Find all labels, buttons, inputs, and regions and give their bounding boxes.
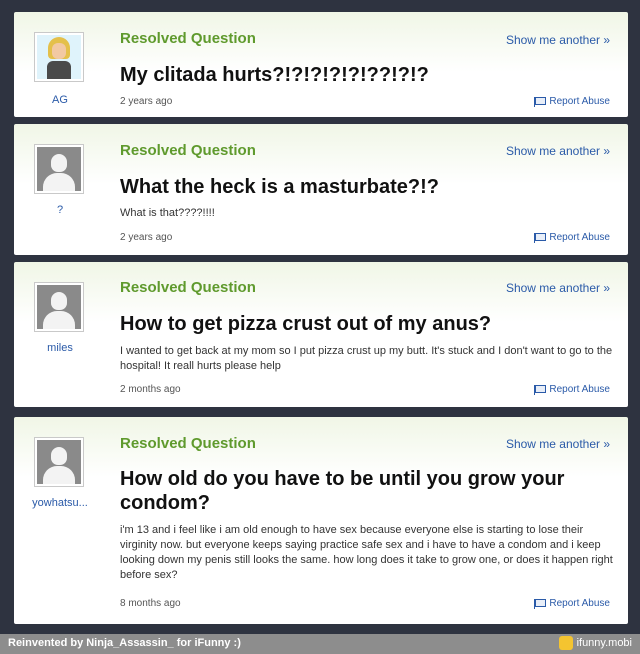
- question-title: How old do you have to be until you grow…: [120, 468, 565, 514]
- question-card: yowhatsu... Resolved Question Show me an…: [14, 417, 628, 624]
- report-abuse-link[interactable]: Report Abuse: [534, 598, 610, 609]
- resolved-label: Resolved Question: [120, 279, 256, 296]
- question-age: 8 months ago: [120, 598, 181, 609]
- report-abuse-label: Report Abuse: [549, 96, 610, 107]
- question-age: 2 months ago: [120, 384, 181, 395]
- watermark-site: ifunny.mobi: [558, 636, 632, 650]
- report-abuse-link[interactable]: Report Abuse: [534, 232, 610, 243]
- flag-icon: [534, 598, 547, 609]
- question-body: i'm 13 and i feel like i am old enough t…: [120, 524, 613, 581]
- report-abuse-link[interactable]: Report Abuse: [534, 384, 610, 395]
- user-avatar[interactable]: [34, 32, 84, 82]
- report-abuse-label: Report Abuse: [549, 232, 610, 243]
- show-another-link[interactable]: Show me another »: [506, 437, 610, 451]
- screenshot-stage: AG Resolved Question Show me another » M…: [0, 0, 640, 634]
- flag-icon: [534, 384, 547, 395]
- question-card: AG Resolved Question Show me another » M…: [14, 12, 628, 117]
- question-age: 2 years ago: [120, 232, 173, 243]
- report-abuse-label: Report Abuse: [549, 384, 610, 395]
- user-avatar[interactable]: [34, 437, 84, 487]
- avatar-placeholder-head: [51, 447, 67, 465]
- watermark-site-label: ifunny.mobi: [576, 637, 632, 649]
- question-age: 2 years ago: [120, 96, 173, 107]
- question-body: What is that????!!!!: [120, 207, 215, 219]
- avatar-shirt: [47, 61, 71, 79]
- report-abuse-label: Report Abuse: [549, 598, 610, 609]
- avatar-placeholder-head: [51, 154, 67, 172]
- user-avatar[interactable]: [34, 282, 84, 332]
- username-link[interactable]: miles: [14, 342, 106, 354]
- question-card: miles Resolved Question Show me another …: [14, 262, 628, 407]
- question-body: I wanted to get back at my mom so I put …: [120, 345, 613, 372]
- show-another-link[interactable]: Show me another »: [506, 281, 610, 295]
- username-link[interactable]: yowhatsu...: [14, 497, 106, 509]
- question-card: ? Resolved Question Show me another » Wh…: [14, 124, 628, 255]
- flag-icon: [534, 232, 547, 243]
- resolved-label: Resolved Question: [120, 142, 256, 159]
- question-title: What the heck is a masturbate?!?: [120, 176, 439, 198]
- show-another-link[interactable]: Show me another »: [506, 33, 610, 47]
- username-link[interactable]: AG: [14, 94, 106, 106]
- resolved-label: Resolved Question: [120, 435, 256, 452]
- avatar-placeholder-body: [43, 173, 75, 191]
- ifunny-logo-icon: [558, 636, 573, 650]
- user-avatar[interactable]: [34, 144, 84, 194]
- avatar-placeholder-body: [43, 466, 75, 484]
- watermark-bar: Reinvented by Ninja_Assassin_ for iFunny…: [0, 634, 640, 654]
- question-title: How to get pizza crust out of my anus?: [120, 313, 492, 335]
- watermark-credit: Reinvented by Ninja_Assassin_ for iFunny…: [8, 637, 241, 649]
- avatar-face: [52, 43, 66, 59]
- resolved-label: Resolved Question: [120, 30, 256, 47]
- question-title: My clitada hurts?!?!?!?!?!??!?!?: [120, 64, 429, 86]
- avatar-placeholder-body: [43, 311, 75, 329]
- show-another-link[interactable]: Show me another »: [506, 144, 610, 158]
- username-link[interactable]: ?: [14, 204, 106, 216]
- avatar-placeholder-head: [51, 292, 67, 310]
- flag-icon: [534, 96, 547, 107]
- report-abuse-link[interactable]: Report Abuse: [534, 96, 610, 107]
